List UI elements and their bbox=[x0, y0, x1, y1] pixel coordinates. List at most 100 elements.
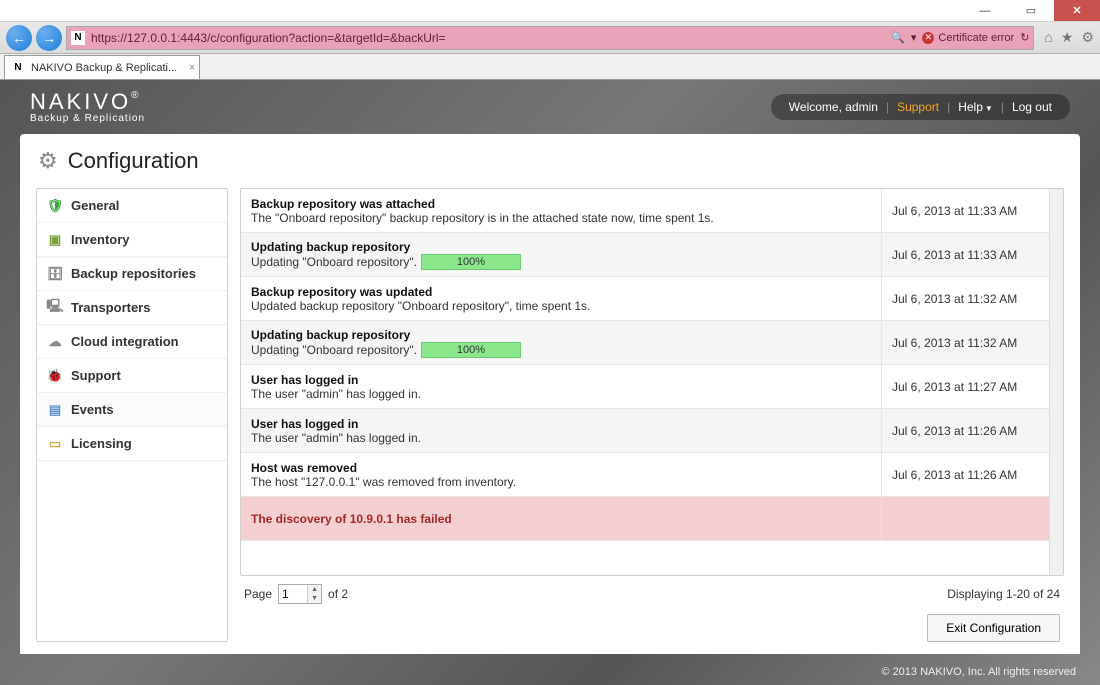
support-icon: 🐞 bbox=[47, 368, 63, 384]
event-timestamp: Jul 6, 2013 at 11:33 AM bbox=[881, 233, 1049, 276]
pager: Page ▲ ▼ of 2 Displaying 1-20 of 24 bbox=[240, 576, 1064, 608]
tab-strip: N NAKIVO Backup & Replicati... × bbox=[0, 54, 1100, 80]
progress-bar: 100% bbox=[421, 254, 521, 270]
toolbar-icons: ⌂ ★ ⚙ bbox=[1038, 29, 1094, 46]
sidebar-item-backup-repositories[interactable]: 🗄 Backup repositories bbox=[37, 257, 227, 291]
event-description: The host "127.0.0.1" was removed from in… bbox=[251, 475, 871, 489]
event-row[interactable]: Updating backup repositoryUpdating "Onbo… bbox=[241, 321, 1049, 365]
event-timestamp: Jul 6, 2013 at 11:26 AM bbox=[881, 409, 1049, 452]
sidebar-item-label: Cloud integration bbox=[71, 334, 179, 349]
progress-bar: 100% bbox=[421, 342, 521, 358]
sidebar-item-label: Support bbox=[71, 368, 121, 383]
inventory-icon: ▣ bbox=[47, 232, 63, 248]
content-panel: ⚙ Configuration 🛡 General ▣ Inventory 🗄 Backu… bbox=[20, 134, 1080, 654]
url-text: https://127.0.0.1:4443/c/configuration?a… bbox=[91, 31, 885, 45]
browser-tab[interactable]: N NAKIVO Backup & Replicati... × bbox=[4, 55, 200, 79]
event-description: The user "admin" has logged in. bbox=[251, 431, 871, 445]
window-controls: — ▭ ✕ bbox=[0, 0, 1100, 22]
event-title: User has logged in bbox=[251, 417, 871, 431]
settings-icon[interactable]: ⚙ bbox=[1081, 29, 1094, 46]
page-label: Page bbox=[244, 587, 272, 601]
sidebar-item-general[interactable]: 🛡 General bbox=[37, 189, 227, 223]
event-row[interactable]: Backup repository was attachedThe "Onboa… bbox=[241, 189, 1049, 233]
event-title: Backup repository was updated bbox=[251, 285, 871, 299]
forward-button[interactable]: → bbox=[36, 25, 62, 51]
event-title: Updating backup repository bbox=[251, 240, 871, 254]
event-description: Updated backup repository "Onboard repos… bbox=[251, 299, 871, 313]
refresh-icon[interactable]: ↻ bbox=[1020, 31, 1029, 44]
footer-text: © 2013 NAKIVO, Inc. All rights reserved bbox=[881, 659, 1076, 685]
tab-favicon-icon: N bbox=[11, 61, 25, 75]
event-title: Host was removed bbox=[251, 461, 871, 475]
sidebar-item-label: Inventory bbox=[71, 232, 130, 247]
sidebar-item-label: General bbox=[71, 198, 119, 213]
event-description: The user "admin" has logged in. bbox=[251, 387, 871, 401]
sidebar-item-licensing[interactable]: ▭ Licensing bbox=[37, 427, 227, 461]
licensing-icon: ▭ bbox=[47, 436, 63, 452]
event-row[interactable]: The discovery of 10.9.0.1 has failed bbox=[241, 497, 1049, 541]
event-timestamp: Jul 6, 2013 at 11:33 AM bbox=[881, 189, 1049, 232]
displaying-text: Displaying 1-20 of 24 bbox=[947, 587, 1060, 601]
general-icon: 🛡 bbox=[47, 198, 63, 214]
event-row[interactable]: Backup repository was updatedUpdated bac… bbox=[241, 277, 1049, 321]
sidebar-item-transporters[interactable]: 🖳Transporters bbox=[37, 291, 227, 325]
sidebar-item-events[interactable]: ▤ Events bbox=[37, 393, 227, 427]
sidebar-item-label: Events bbox=[71, 402, 114, 417]
tab-close-icon[interactable]: × bbox=[189, 62, 195, 74]
event-row[interactable]: User has logged inThe user "admin" has l… bbox=[241, 365, 1049, 409]
event-description: The "Onboard repository" backup reposito… bbox=[251, 211, 871, 225]
logo: NAKIVO® Backup & Replication bbox=[30, 91, 145, 124]
support-link[interactable]: Support bbox=[897, 100, 939, 114]
page-number-field[interactable] bbox=[279, 587, 307, 601]
favorites-icon[interactable]: ★ bbox=[1061, 29, 1074, 46]
app-header: NAKIVO® Backup & Replication Welcome, ad… bbox=[0, 80, 1100, 134]
event-row[interactable]: User has logged inThe user "admin" has l… bbox=[241, 409, 1049, 453]
transporters-icon: 🖳 bbox=[47, 300, 63, 316]
browser-toolbar: ← → N https://127.0.0.1:4443/c/configura… bbox=[0, 22, 1100, 54]
gear-icon: ⚙ bbox=[38, 148, 58, 174]
maximize-button[interactable]: ▭ bbox=[1008, 0, 1054, 21]
address-bar[interactable]: N https://127.0.0.1:4443/c/configuration… bbox=[66, 26, 1034, 50]
sidebar: 🛡 General ▣ Inventory 🗄 Backup repositories 🖳T… bbox=[36, 188, 228, 642]
event-timestamp: Jul 6, 2013 at 11:32 AM bbox=[881, 321, 1049, 364]
cert-error-icon: ✕ bbox=[922, 32, 934, 44]
events-icon: ▤ bbox=[47, 402, 63, 418]
page-down-icon[interactable]: ▼ bbox=[308, 594, 321, 603]
backup-repositories-icon: 🗄 bbox=[47, 266, 63, 282]
event-title: The discovery of 10.9.0.1 has failed bbox=[251, 512, 871, 526]
page-input[interactable]: ▲ ▼ bbox=[278, 584, 322, 604]
event-description: Updating "Onboard repository".100% bbox=[251, 254, 871, 270]
back-button[interactable]: ← bbox=[6, 25, 32, 51]
event-row[interactable]: Updating backup repositoryUpdating "Onbo… bbox=[241, 233, 1049, 277]
panel-title-row: ⚙ Configuration bbox=[20, 134, 1080, 188]
event-timestamp: Jul 6, 2013 at 11:27 AM bbox=[881, 365, 1049, 408]
page-up-icon[interactable]: ▲ bbox=[308, 585, 321, 594]
welcome-text: Welcome, admin bbox=[789, 100, 878, 114]
event-row[interactable]: Host was removedThe host "127.0.0.1" was… bbox=[241, 453, 1049, 497]
home-icon[interactable]: ⌂ bbox=[1044, 29, 1052, 46]
app: NAKIVO® Backup & Replication Welcome, ad… bbox=[0, 80, 1100, 685]
logout-link[interactable]: Log out bbox=[1012, 100, 1052, 114]
scrollbar[interactable] bbox=[1049, 189, 1063, 575]
page-title: Configuration bbox=[68, 148, 199, 174]
favicon-icon: N bbox=[71, 31, 85, 45]
cloud-integration-icon: ☁ bbox=[47, 334, 63, 350]
event-timestamp: Jul 6, 2013 at 11:26 AM bbox=[881, 453, 1049, 496]
exit-configuration-button[interactable]: Exit Configuration bbox=[927, 614, 1060, 642]
sidebar-item-support[interactable]: 🐞 Support bbox=[37, 359, 227, 393]
event-timestamp: Jul 6, 2013 at 11:32 AM bbox=[881, 277, 1049, 320]
chevron-down-icon: ▼ bbox=[985, 104, 993, 113]
user-bar: Welcome, admin | Support | Help▼ | Log o… bbox=[771, 94, 1070, 120]
sidebar-item-label: Licensing bbox=[71, 436, 132, 451]
certificate-error[interactable]: ✕ Certificate error bbox=[922, 32, 1014, 44]
close-button[interactable]: ✕ bbox=[1054, 0, 1100, 21]
event-title: User has logged in bbox=[251, 373, 871, 387]
help-menu[interactable]: Help▼ bbox=[958, 100, 993, 114]
sidebar-item-inventory[interactable]: ▣ Inventory bbox=[37, 223, 227, 257]
sidebar-item-label: Backup repositories bbox=[71, 266, 196, 281]
event-description: Updating "Onboard repository".100% bbox=[251, 342, 871, 358]
sidebar-item-cloud-integration[interactable]: ☁ Cloud integration bbox=[37, 325, 227, 359]
search-icon[interactable]: 🔍 bbox=[891, 31, 905, 44]
minimize-button[interactable]: — bbox=[962, 0, 1008, 21]
tab-title: NAKIVO Backup & Replicati... bbox=[31, 62, 177, 74]
